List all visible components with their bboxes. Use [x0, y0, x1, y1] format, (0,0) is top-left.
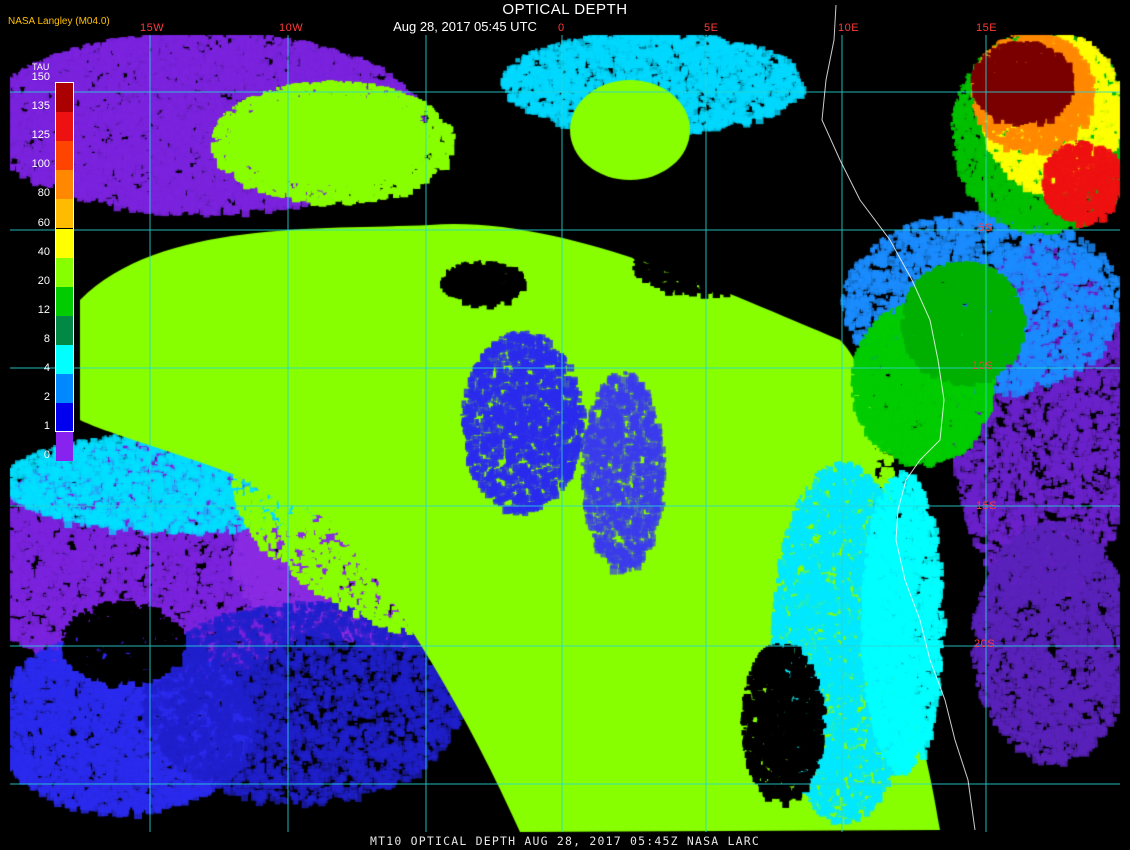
lat-label-10s: 10S: [972, 360, 994, 372]
colorbar-tick-label: 135: [31, 100, 50, 113]
footer-caption: MT10 OPTICAL DEPTH AUG 28, 2017 05:45Z N…: [370, 834, 760, 848]
colorbar-tick-label: 100: [31, 158, 50, 171]
colorbar-tick-label: 0: [43, 449, 50, 462]
lon-label-10w: 10W: [279, 22, 304, 34]
colorbar-outline: [55, 82, 74, 432]
lat-label-5s: 5S: [978, 222, 993, 234]
colorbar-tick-label: 8: [43, 332, 50, 345]
colorbar-tick-label: 12: [37, 303, 50, 316]
colorbar-swatch: [56, 432, 73, 462]
coastline: [821, 4, 976, 831]
lat-lon-grid: [10, 4, 1120, 832]
map-title: OPTICAL DEPTH: [502, 1, 628, 18]
colorbar-tick-label: 125: [31, 129, 50, 142]
colorbar-tick-label: 80: [37, 187, 50, 200]
colorbar-tick-label: 20: [37, 274, 50, 287]
colorbar-tick-label: 1: [43, 420, 50, 433]
lon-label-0: 0: [558, 22, 565, 34]
lat-label-20s: 20S: [974, 638, 996, 650]
lon-label-15e: 15E: [976, 22, 998, 34]
colorbar-tick-label: 4: [43, 362, 50, 374]
lon-label-15w: 15W: [140, 22, 165, 34]
colorbar-tick-label: 40: [37, 245, 50, 258]
colorbar-tick-label: 60: [37, 216, 50, 229]
lon-label-10e: 10E: [838, 22, 860, 34]
colorbar-tick-label: 150: [31, 71, 50, 83]
credit-label: NASA Langley (M04.0): [8, 16, 110, 27]
lon-label-5e: 5E: [704, 22, 719, 34]
colorbar-tick-label: 2: [43, 391, 50, 404]
lat-label-15s: 15S: [976, 500, 998, 512]
